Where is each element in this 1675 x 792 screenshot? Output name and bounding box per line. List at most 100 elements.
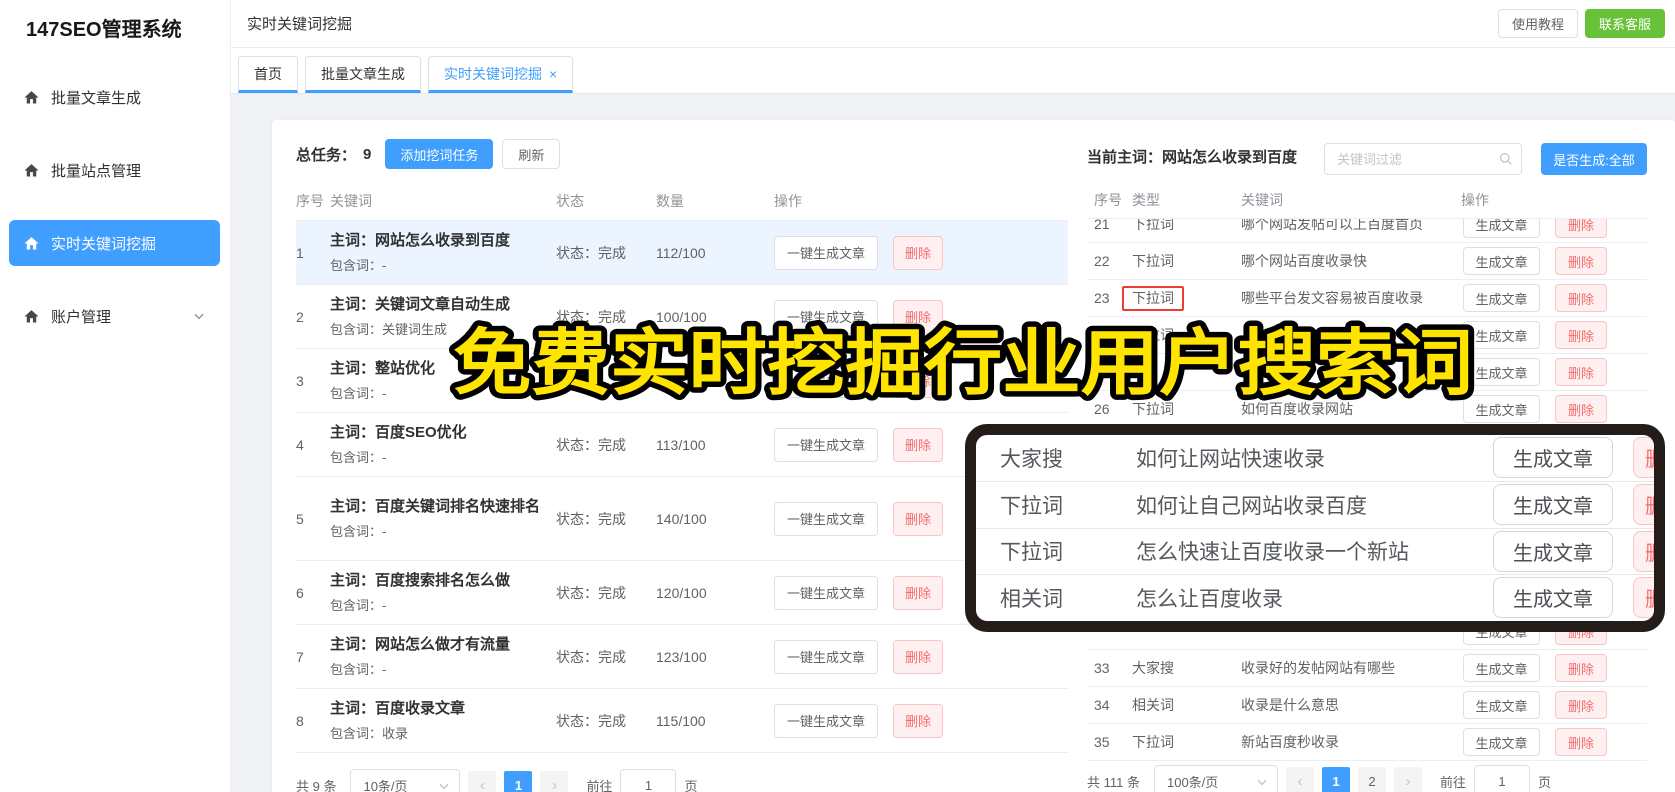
generate-article-button[interactable]: 一键生成文章	[774, 575, 878, 610]
next-page-button[interactable]: ›	[1393, 767, 1422, 792]
page-button-2[interactable]: 2	[1357, 767, 1386, 792]
delete-button[interactable]: 删除	[1555, 395, 1607, 423]
generate-article-button[interactable]: 生成文章	[1463, 654, 1540, 682]
goto-label: 前往	[586, 778, 613, 792]
add-task-button[interactable]: 添加挖词任务	[385, 139, 494, 169]
inset-row: 相关词 怎么让百度收录 生成文章 删除	[976, 575, 1654, 621]
row-status: 状态：完成	[556, 712, 626, 729]
row-quantity: 113/100	[656, 436, 706, 453]
delete-button[interactable]: 删除	[893, 363, 943, 398]
prev-page-button[interactable]: ‹	[1285, 767, 1314, 792]
generate-article-button[interactable]: 一键生成文章	[774, 501, 878, 536]
generate-filter-button[interactable]: 是否生成:全部	[1541, 143, 1647, 175]
tab-label: 首页	[254, 65, 282, 82]
generate-article-button[interactable]: 一键生成文章	[774, 427, 878, 462]
page-button-1[interactable]: 1	[504, 771, 533, 792]
goto-page-input[interactable]	[1474, 765, 1530, 792]
generate-article-button: 生成文章	[1493, 530, 1613, 572]
table-row[interactable]: 6 主词：百度搜索排名怎么做 包含词：- 状态：完成 120/100 一键生成文…	[296, 561, 1068, 625]
next-page-button[interactable]: ›	[540, 771, 569, 792]
row-quantity: 100/100	[656, 308, 707, 325]
generate-article-button[interactable]: 生成文章	[1463, 691, 1540, 719]
keyword-row[interactable]: 33 大家搜 收录好的发帖网站有哪些 生成文章 删除	[1087, 650, 1647, 687]
table-row[interactable]: 2 主词：关键词文章自动生成 包含词：关键词生成 状态：完成 100/100 一…	[296, 285, 1068, 349]
keyword-row[interactable]: 26 下拉词 如何百度收录网站 生成文章 删除	[1087, 391, 1647, 428]
table-row[interactable]: 5 主词：百度关键词排名快速排名 包含词：- 状态：完成 140/100 一键生…	[296, 477, 1068, 561]
sidebar-item-batch-article[interactable]: 批量文章生成	[9, 74, 220, 120]
generate-article-button[interactable]: 一键生成文章	[774, 235, 878, 270]
inset-row-keyword: 怎么让百度收录	[1136, 588, 1283, 612]
row-main-keyword: 主词：百度关键词排名快速排名	[330, 498, 541, 515]
row-seq: 21	[1094, 219, 1110, 232]
delete-button[interactable]: 删除	[893, 703, 943, 738]
keyword-row[interactable]: 25 生成文章 删除	[1087, 354, 1647, 391]
table-row[interactable]: 4 主词：百度SEO优化 包含词：- 状态：完成 113/100 一键生成文章 …	[296, 413, 1068, 477]
generate-article-button[interactable]: 生成文章	[1463, 247, 1540, 275]
sidebar-nav: 批量文章生成 批量站点管理 实时关键词挖掘 账户管理	[0, 74, 230, 339]
generate-article-button[interactable]: 生成文章	[1463, 395, 1540, 423]
sidebar-item-batch-site[interactable]: 批量站点管理	[9, 147, 220, 193]
row-seq: 25	[1094, 364, 1110, 380]
keyword-row[interactable]: 21 下拉词 哪个网站发帖可以上百度首页 生成文章 删除	[1087, 219, 1647, 243]
home-icon	[23, 162, 40, 179]
delete-button[interactable]: 删除	[1555, 654, 1607, 682]
generate-article-button[interactable]: 生成文章	[1463, 284, 1540, 312]
generate-article-button[interactable]: 生成文章	[1463, 358, 1540, 386]
row-keyword: 哪个网站发帖可以上百度首页	[1241, 219, 1423, 232]
delete-button[interactable]: 删除	[893, 575, 943, 610]
table-row[interactable]: 3 主词：整站优化 包含词：- 一键生成文章 删除	[296, 349, 1068, 413]
contact-support-button[interactable]: 联系客服	[1584, 9, 1665, 38]
delete-button[interactable]: 删除	[1555, 247, 1607, 275]
generate-article-button[interactable]: 一键生成文章	[774, 363, 878, 398]
close-icon[interactable]: ×	[549, 66, 557, 82]
delete-button[interactable]: 删除	[893, 501, 943, 536]
delete-button[interactable]: 删除	[893, 235, 943, 270]
column-header-actions: 操作	[1461, 192, 1489, 208]
table-row[interactable]: 7 主词：网站怎么做才有流量 包含词：- 状态：完成 123/100 一键生成文…	[296, 625, 1068, 689]
tab-home[interactable]: 首页	[238, 56, 298, 93]
tab-batch-article[interactable]: 批量文章生成	[305, 56, 421, 93]
delete-button[interactable]: 删除	[1555, 219, 1607, 238]
goto-page-input[interactable]	[620, 769, 677, 792]
row-seq: 3	[296, 372, 304, 389]
prev-page-button[interactable]: ‹	[468, 771, 497, 792]
delete-button[interactable]: 删除	[1555, 358, 1607, 386]
row-main-keyword: 主词：百度收录文章	[330, 700, 466, 717]
app-logo: 147SEO管理系统	[26, 19, 182, 41]
keyword-row[interactable]: 24 下拉词 生成文章 删除	[1087, 317, 1647, 354]
column-header-type: 类型	[1132, 192, 1160, 208]
delete-button[interactable]: 删除	[1555, 321, 1607, 349]
delete-button[interactable]: 删除	[893, 427, 943, 462]
delete-button[interactable]: 删除	[1555, 284, 1607, 312]
keyword-row[interactable]: 35 下拉词 新站百度秒收录 生成文章 删除	[1087, 724, 1647, 761]
delete-button[interactable]: 删除	[893, 299, 943, 334]
sidebar-item-label: 批量站点管理	[51, 162, 142, 180]
page-size-select[interactable]: 100条/页	[1153, 765, 1278, 792]
refresh-button[interactable]: 刷新	[502, 139, 561, 169]
keyword-pagination: 共 111 条 100条/页 ‹ 1 2 › 前往 页	[1087, 765, 1647, 792]
sidebar-item-account[interactable]: 账户管理	[9, 293, 220, 339]
generate-article-button[interactable]: 生成文章	[1463, 728, 1540, 756]
delete-button[interactable]: 删除	[893, 639, 943, 674]
generate-article-button[interactable]: 生成文章	[1463, 219, 1540, 238]
delete-button[interactable]: 删除	[1555, 728, 1607, 756]
page-button-1[interactable]: 1	[1321, 767, 1350, 792]
generate-article-button[interactable]: 一键生成文章	[774, 639, 878, 674]
keyword-row[interactable]: 34 相关词 收录是什么意思 生成文章 删除	[1087, 687, 1647, 724]
row-contains-words: 包含词：关键词生成	[330, 322, 448, 337]
keyword-filter-input[interactable]	[1324, 143, 1522, 175]
keyword-row[interactable]: 22 下拉词 哪个网站百度收录快 生成文章 删除	[1087, 243, 1647, 280]
row-status: 状态：完成	[556, 436, 626, 453]
row-contains-words: 包含词：-	[330, 524, 387, 539]
tab-realtime-keyword[interactable]: 实时关键词挖掘 ×	[428, 56, 574, 93]
keyword-row[interactable]: 23 下拉词 哪些平台发文容易被百度收录 生成文章 删除	[1087, 280, 1647, 317]
generate-article-button[interactable]: 生成文章	[1463, 321, 1540, 349]
generate-article-button[interactable]: 一键生成文章	[774, 703, 878, 738]
delete-button[interactable]: 删除	[1555, 691, 1607, 719]
table-row[interactable]: 8 主词：百度收录文章 包含词：收录 状态：完成 115/100 一键生成文章 …	[296, 689, 1068, 753]
generate-article-button[interactable]: 一键生成文章	[774, 299, 878, 334]
table-row[interactable]: 1 主词：网站怎么收录到百度 包含词：- 状态：完成 112/100 一键生成文…	[296, 221, 1068, 285]
page-size-select[interactable]: 10条/页	[350, 769, 461, 792]
tutorial-button[interactable]: 使用教程	[1497, 9, 1578, 38]
sidebar-item-realtime-keyword[interactable]: 实时关键词挖掘	[9, 220, 220, 266]
